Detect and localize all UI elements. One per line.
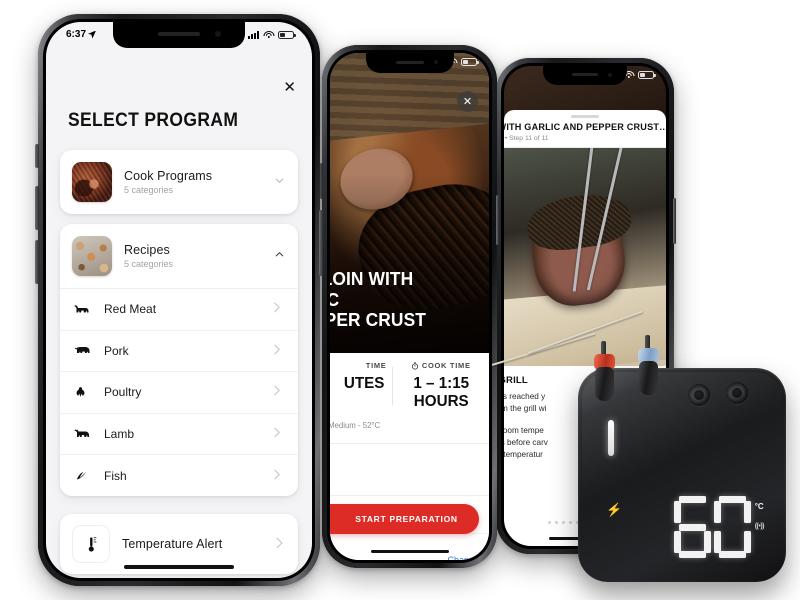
phone2-cook-label-text: COOK TIME — [421, 361, 471, 370]
fish-label: Fish — [104, 468, 127, 483]
phone3-step-subtitle: Cooking • Step 11 of 11 — [504, 135, 549, 142]
lamb-label: Lamb — [104, 426, 135, 441]
phone2-power-button[interactable] — [496, 195, 499, 245]
phone3-header: OIN WITH GARLIC AND PEPPER CRUST… Cookin… — [504, 122, 666, 148]
location-arrow-icon — [88, 30, 97, 39]
wifi-icon — [263, 30, 274, 39]
chevron-right-icon — [270, 344, 284, 358]
fish-icon — [74, 470, 94, 482]
blue-probe-connector[interactable] — [636, 335, 661, 400]
sheet-grabber[interactable] — [571, 115, 599, 118]
recipes-subtitle: 5 categories — [124, 259, 174, 269]
cow-icon — [74, 304, 94, 315]
cellular-bars-icon — [248, 30, 259, 39]
chevron-right-icon — [270, 427, 284, 441]
sidebar-item-lamb[interactable]: Lamb — [60, 414, 298, 455]
battery-icon — [638, 71, 656, 79]
thermometer-icon — [72, 525, 110, 563]
temperature-alert-label: Temperature Alert — [122, 537, 223, 551]
phone3-power-button[interactable] — [673, 198, 676, 244]
phone-recipe-detail: ✕ NDERLOIN WITH GARLIC D PEPPER CRUST TI… — [320, 45, 499, 568]
chevron-right-icon — [270, 469, 284, 483]
display-digit-2 — [713, 496, 751, 558]
bluetooth-indicator-icon: ((•)) — [754, 523, 765, 531]
phone1-mute-switch[interactable] — [35, 144, 39, 168]
poultry-label: Poultry — [104, 385, 142, 400]
phone2-detail-body: TIME UTES COOK TIME 1 – 1:15 HOURS Mediu… — [330, 353, 489, 560]
phone3-recipe-title: OIN WITH GARLIC AND PEPPER CRUST… — [504, 122, 666, 133]
cook-programs-title: Cook Programs — [124, 169, 213, 183]
red-probe-connector[interactable] — [592, 341, 617, 406]
list-item-cook-programs[interactable]: Cook Programs 5 categories — [60, 150, 298, 214]
pig-icon — [74, 345, 94, 356]
recipe-category-list: Red Meat Pork Poultry Lamb Fish — [60, 288, 298, 497]
phone2-notch — [365, 53, 454, 73]
phone1-volume-down-button[interactable] — [35, 240, 39, 284]
sidebar-item-red-meat[interactable]: Red Meat — [60, 289, 298, 331]
chicken-icon — [74, 386, 94, 399]
phone2-target-temp-row[interactable]: 52°C Change — [330, 534, 489, 560]
phone1-power-button[interactable] — [319, 210, 323, 276]
temperature-display: °C ((•)) — [673, 496, 765, 558]
stopwatch-icon — [411, 361, 418, 370]
display-unit-group: °C ((•)) — [754, 502, 765, 531]
close-icon[interactable]: ✕ — [457, 91, 478, 112]
recipe-spread-thumbnail — [72, 236, 112, 276]
list-item-recipes[interactable]: Recipes 5 categories Red Meat Pork Poult… — [60, 224, 298, 496]
display-digit-1 — [673, 496, 711, 558]
phone1-home-indicator[interactable] — [124, 565, 234, 569]
phone2-recipe-title: NDERLOIN WITH GARLIC D PEPPER CRUST — [330, 268, 426, 331]
probe-port-4[interactable] — [726, 382, 748, 404]
battery-icon — [461, 58, 479, 66]
page-title: SELECT PROGRAM — [68, 110, 239, 131]
sidebar-item-pork[interactable]: Pork — [60, 331, 298, 372]
chevron-right-icon[interactable] — [272, 537, 286, 552]
phone2-doneness-meta: ½-4 lbs., Medium - 52°C — [330, 419, 489, 444]
phone2-detail-row-a[interactable] — [330, 444, 489, 496]
close-icon[interactable]: ✕ — [283, 80, 296, 95]
phone2-cook-time: COOK TIME 1 – 1:15 HOURS — [393, 361, 490, 419]
phone2-cook-value: 1 – 1:15 HOURS — [412, 375, 469, 410]
chevron-right-icon — [270, 385, 284, 399]
phone-select-program: 6:37 ✕ SELECT PROGRAM Cook Programs 5 ca… — [35, 14, 323, 586]
start-preparation-button[interactable]: START PREPARATION — [330, 504, 479, 534]
battery-icon — [278, 30, 296, 39]
phone1-notch — [113, 22, 245, 48]
pork-label: Pork — [104, 343, 129, 358]
phone2-prep-time: TIME UTES — [330, 361, 393, 419]
product-showcase: OIN WITH GARLIC AND PEPPER CRUST… Cookin… — [0, 0, 800, 600]
red-meat-label: Red Meat — [104, 302, 157, 317]
lightning-bolt-icon: ⚡ — [606, 502, 623, 517]
probe-port-3[interactable] — [688, 384, 710, 406]
phone2-home-indicator[interactable] — [370, 550, 449, 553]
status-time: 6:37 — [66, 29, 87, 40]
recipes-title: Recipes — [124, 243, 170, 257]
chevron-up-icon[interactable] — [272, 249, 286, 263]
sidebar-item-fish[interactable]: Fish — [60, 455, 298, 497]
status-led — [608, 420, 614, 456]
phone2-prep-label: TIME — [365, 361, 387, 370]
chevron-down-icon[interactable] — [272, 175, 286, 189]
phone2-prep-value: UTES — [343, 375, 385, 392]
phone2-cook-label: COOK TIME — [393, 361, 490, 370]
phone2-volume-button[interactable] — [320, 163, 323, 199]
cook-programs-subtitle: 5 categories — [124, 185, 174, 195]
phone1-volume-up-button[interactable] — [35, 186, 39, 230]
sheep-icon — [74, 428, 94, 439]
display-unit: °C — [754, 502, 764, 511]
change-link[interactable]: Change — [447, 555, 479, 560]
display-digits — [673, 496, 751, 558]
bluetooth-thermometer-device: ⚡ °C ((•)) — [491, 310, 786, 582]
chevron-right-icon — [270, 302, 284, 316]
sidebar-item-poultry[interactable]: Poultry — [60, 372, 298, 414]
phone2-time-row: TIME UTES COOK TIME 1 – 1:15 HOURS — [330, 353, 489, 419]
meat-thumbnail — [72, 162, 112, 202]
phone3-notch — [543, 66, 627, 85]
